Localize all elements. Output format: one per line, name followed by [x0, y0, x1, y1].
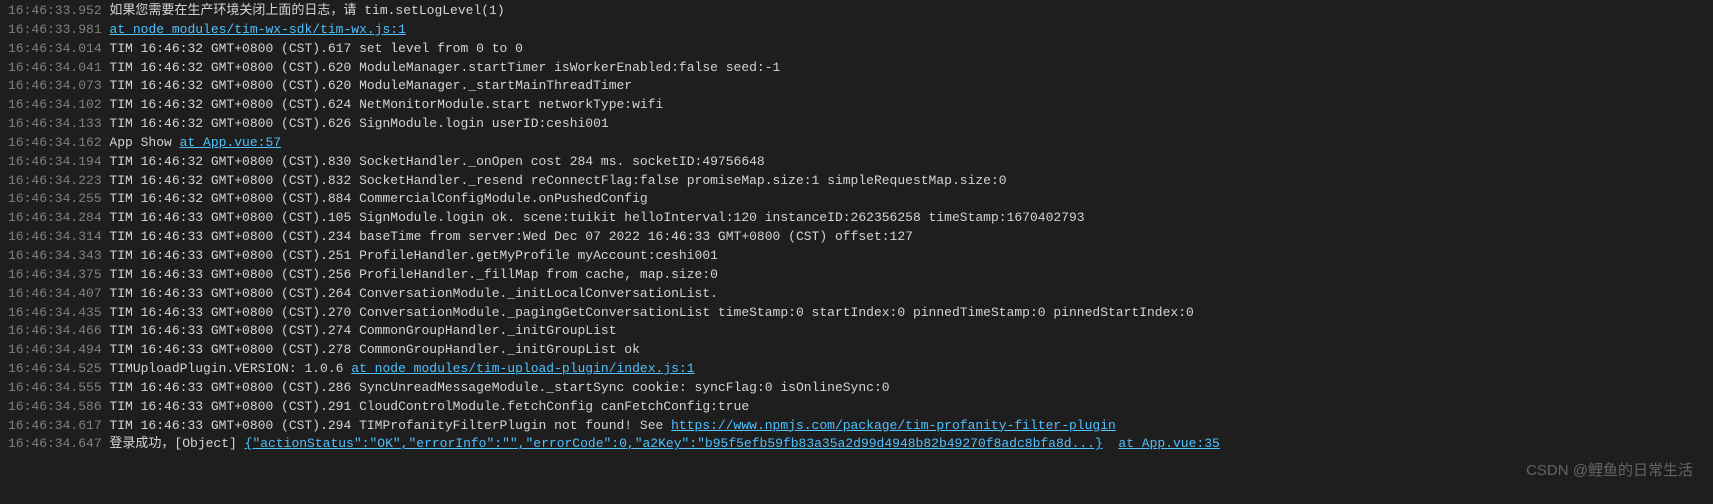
log-message: TIM 16:46:33 GMT+0800 (CST).286 SyncUnre…: [102, 380, 890, 395]
log-timestamp: 16:46:34.435: [8, 305, 102, 320]
log-line: 16:46:34.014 TIM 16:46:32 GMT+0800 (CST)…: [8, 40, 1705, 59]
log-line: 16:46:34.375 TIM 16:46:33 GMT+0800 (CST)…: [8, 266, 1705, 285]
log-timestamp: 16:46:34.466: [8, 323, 102, 338]
log-message: TIM 16:46:33 GMT+0800 (CST).256 ProfileH…: [102, 267, 718, 282]
log-message: TIM 16:46:32 GMT+0800 (CST).620 ModuleMa…: [102, 60, 781, 75]
log-line: 16:46:34.525 TIMUploadPlugin.VERSION: 1.…: [8, 360, 1705, 379]
log-timestamp: 16:46:34.041: [8, 60, 102, 75]
log-message: TIM 16:46:32 GMT+0800 (CST).626 SignModu…: [102, 116, 609, 131]
log-line: 16:46:34.407 TIM 16:46:33 GMT+0800 (CST)…: [8, 285, 1705, 304]
log-line: 16:46:34.647 登录成功，[Object] {"actionStatu…: [8, 435, 1705, 454]
log-message: TIM 16:46:33 GMT+0800 (CST).270 Conversa…: [102, 305, 1194, 320]
log-line: 16:46:34.343 TIM 16:46:33 GMT+0800 (CST)…: [8, 247, 1705, 266]
log-line: 16:46:34.041 TIM 16:46:32 GMT+0800 (CST)…: [8, 59, 1705, 78]
log-line: 16:46:34.194 TIM 16:46:32 GMT+0800 (CST)…: [8, 153, 1705, 172]
log-timestamp: 16:46:34.194: [8, 154, 102, 169]
log-timestamp: 16:46:34.223: [8, 173, 102, 188]
log-timestamp: 16:46:34.102: [8, 97, 102, 112]
log-timestamp: 16:46:34.375: [8, 267, 102, 282]
log-line: 16:46:34.133 TIM 16:46:32 GMT+0800 (CST)…: [8, 115, 1705, 134]
log-timestamp: 16:46:33.952: [8, 3, 102, 18]
log-timestamp: 16:46:34.343: [8, 248, 102, 263]
log-line: 16:46:34.586 TIM 16:46:33 GMT+0800 (CST)…: [8, 398, 1705, 417]
log-timestamp: 16:46:33.981: [8, 22, 102, 37]
log-line: 16:46:34.555 TIM 16:46:33 GMT+0800 (CST)…: [8, 379, 1705, 398]
log-timestamp: 16:46:34.586: [8, 399, 102, 414]
log-link[interactable]: at node_modules/tim-wx-sdk/tim-wx.js:1: [109, 22, 405, 37]
log-message: TIM 16:46:33 GMT+0800 (CST).264 Conversa…: [102, 286, 718, 301]
log-timestamp: 16:46:34.073: [8, 78, 102, 93]
log-message: TIM 16:46:32 GMT+0800 (CST).832 SocketHa…: [102, 173, 1007, 188]
log-line: 16:46:34.073 TIM 16:46:32 GMT+0800 (CST)…: [8, 77, 1705, 96]
log-timestamp: 16:46:34.617: [8, 418, 102, 433]
log-line: 16:46:34.284 TIM 16:46:33 GMT+0800 (CST)…: [8, 209, 1705, 228]
log-line: 16:46:34.494 TIM 16:46:33 GMT+0800 (CST)…: [8, 341, 1705, 360]
log-line: 16:46:34.255 TIM 16:46:32 GMT+0800 (CST)…: [8, 190, 1705, 209]
log-message: TIM 16:46:33 GMT+0800 (CST).294 TIMProfa…: [102, 418, 672, 433]
log-timestamp: 16:46:34.162: [8, 135, 102, 150]
log-line: 16:46:34.617 TIM 16:46:33 GMT+0800 (CST)…: [8, 417, 1705, 436]
watermark-text: CSDN @鲤鱼的日常生活: [1526, 460, 1693, 482]
log-message: TIM 16:46:33 GMT+0800 (CST).274 CommonGr…: [102, 323, 617, 338]
log-line: 16:46:33.952 如果您需要在生产环境关闭上面的日志，请 tim.set…: [8, 2, 1705, 21]
log-timestamp: 16:46:34.647: [8, 436, 102, 451]
log-message: TIM 16:46:33 GMT+0800 (CST).234 baseTime…: [102, 229, 913, 244]
log-link[interactable]: {"actionStatus":"OK","errorInfo":"","err…: [245, 436, 1103, 451]
log-link[interactable]: at App.vue:57: [180, 135, 281, 150]
log-link[interactable]: https://www.npmjs.com/package/tim-profan…: [671, 418, 1116, 433]
log-message: TIM 16:46:32 GMT+0800 (CST).617 set leve…: [102, 41, 523, 56]
log-timestamp: 16:46:34.555: [8, 380, 102, 395]
log-timestamp: 16:46:34.494: [8, 342, 102, 357]
log-message: TIM 16:46:33 GMT+0800 (CST).291 CloudCon…: [102, 399, 750, 414]
log-message: TIM 16:46:32 GMT+0800 (CST).620 ModuleMa…: [102, 78, 633, 93]
log-timestamp: 16:46:34.314: [8, 229, 102, 244]
log-line: 16:46:34.162 App Show at App.vue:57: [8, 134, 1705, 153]
log-line: 16:46:34.102 TIM 16:46:32 GMT+0800 (CST)…: [8, 96, 1705, 115]
log-message: TIM 16:46:32 GMT+0800 (CST).884 Commerci…: [102, 191, 648, 206]
log-message: 登录成功，[Object]: [102, 436, 245, 451]
log-message: [1103, 436, 1119, 451]
console-log-container: 16:46:33.952 如果您需要在生产环境关闭上面的日志，请 tim.set…: [8, 2, 1705, 454]
log-message: TIM 16:46:32 GMT+0800 (CST).624 NetMonit…: [102, 97, 664, 112]
log-link[interactable]: at App.vue:35: [1118, 436, 1219, 451]
log-line: 16:46:34.223 TIM 16:46:32 GMT+0800 (CST)…: [8, 172, 1705, 191]
log-timestamp: 16:46:34.255: [8, 191, 102, 206]
log-line: 16:46:34.466 TIM 16:46:33 GMT+0800 (CST)…: [8, 322, 1705, 341]
log-timestamp: 16:46:34.525: [8, 361, 102, 376]
log-message: TIM 16:46:33 GMT+0800 (CST).278 CommonGr…: [102, 342, 640, 357]
log-timestamp: 16:46:34.133: [8, 116, 102, 131]
log-message: TIM 16:46:32 GMT+0800 (CST).830 SocketHa…: [102, 154, 765, 169]
log-line: 16:46:34.314 TIM 16:46:33 GMT+0800 (CST)…: [8, 228, 1705, 247]
log-line: 16:46:33.981 at node_modules/tim-wx-sdk/…: [8, 21, 1705, 40]
log-message: TIM 16:46:33 GMT+0800 (CST).251 ProfileH…: [102, 248, 718, 263]
log-message: TIMUploadPlugin.VERSION: 1.0.6: [102, 361, 352, 376]
log-message: TIM 16:46:33 GMT+0800 (CST).105 SignModu…: [102, 210, 1085, 225]
log-timestamp: 16:46:34.014: [8, 41, 102, 56]
log-timestamp: 16:46:34.284: [8, 210, 102, 225]
log-timestamp: 16:46:34.407: [8, 286, 102, 301]
log-link[interactable]: at node_modules/tim-upload-plugin/index.…: [351, 361, 694, 376]
log-message: App Show: [102, 135, 180, 150]
log-message: 如果您需要在生产环境关闭上面的日志，请 tim.setLogLevel(1): [102, 3, 505, 18]
log-line: 16:46:34.435 TIM 16:46:33 GMT+0800 (CST)…: [8, 304, 1705, 323]
